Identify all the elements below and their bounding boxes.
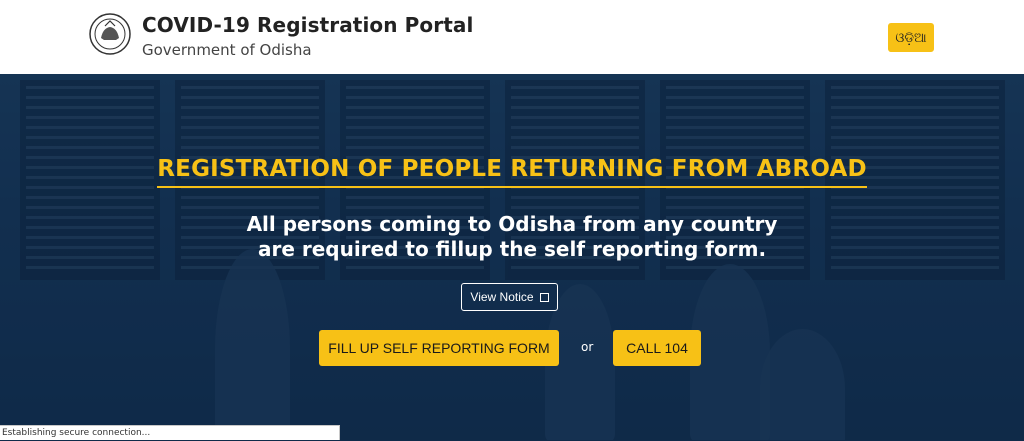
hero-description-line-1: All persons coming to Odisha from any co…: [246, 212, 778, 236]
site-title: COVID-19 Registration Portal: [142, 13, 474, 37]
hero-banner: REGISTRATION OF PEOPLE RETURNING FROM AB…: [0, 74, 1024, 440]
odisha-emblem-icon: [88, 12, 132, 56]
hero-description-line-2: are required to fillup the self reportin…: [257, 237, 767, 261]
view-notice-button[interactable]: View Notice: [461, 283, 558, 311]
site-subtitle: Government of Odisha: [142, 41, 312, 59]
view-notice-label: View Notice: [470, 290, 534, 304]
site-header: COVID-19 Registration Portal Government …: [0, 0, 1024, 75]
call-104-button[interactable]: CALL 104: [613, 330, 701, 366]
hero-heading: REGISTRATION OF PEOPLE RETURNING FROM AB…: [157, 156, 867, 188]
external-link-icon: [539, 292, 549, 302]
hero-heading-wrap: REGISTRATION OF PEOPLE RETURNING FROM AB…: [0, 156, 1024, 188]
or-separator: or: [581, 340, 594, 354]
browser-status-bar: Establishing secure connection...: [0, 425, 340, 440]
self-reporting-form-button[interactable]: FILL UP SELF REPORTING FORM: [319, 330, 559, 366]
language-toggle-button[interactable]: ଓଡ଼ିଆ: [888, 23, 934, 52]
